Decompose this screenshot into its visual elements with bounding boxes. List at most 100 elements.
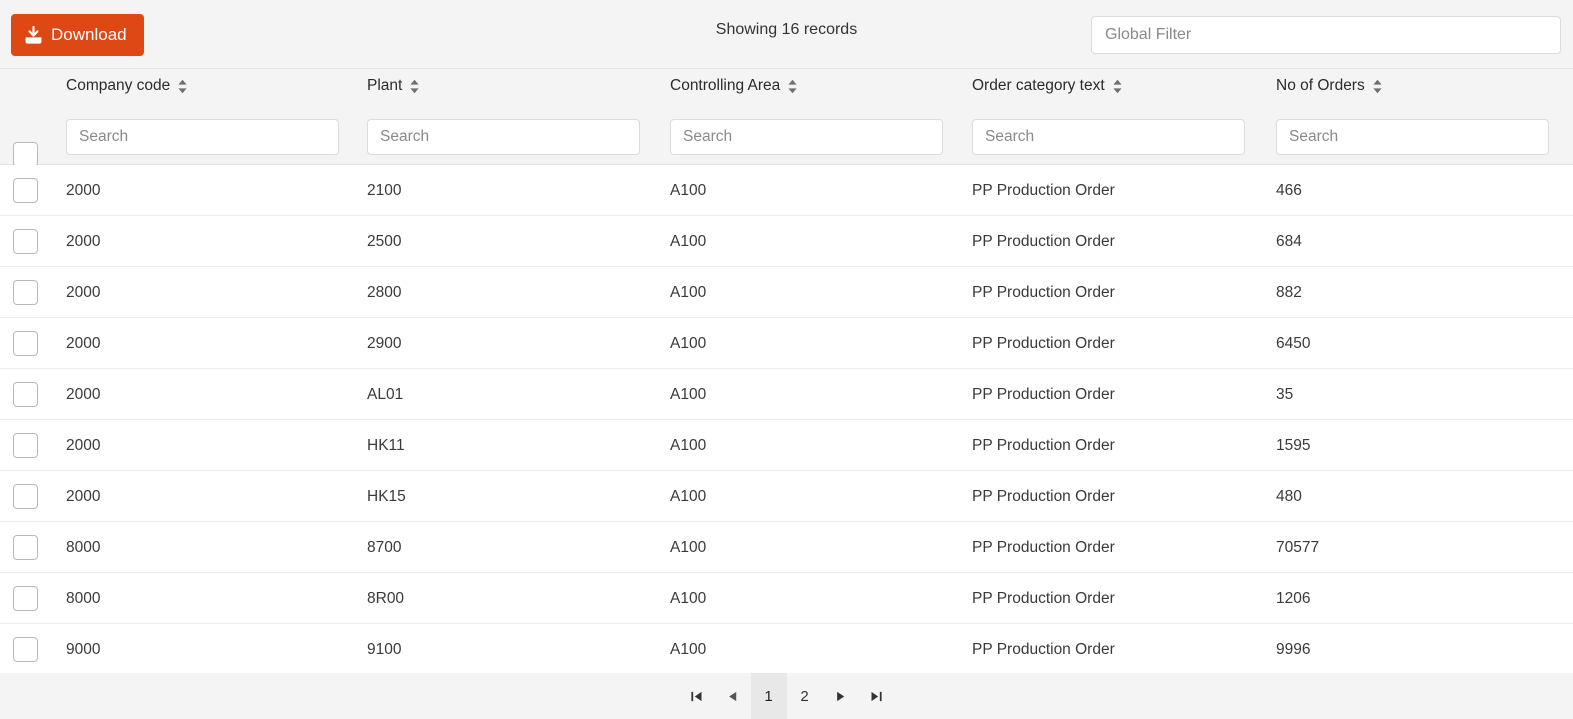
- cell-no-of-orders: 480: [1276, 487, 1302, 505]
- cell-controlling-area: A100: [670, 538, 707, 556]
- pagination: 1 2: [0, 673, 1573, 719]
- pagination-prev-button[interactable]: [715, 673, 751, 719]
- cell-plant: 2800: [367, 283, 402, 301]
- table-row[interactable]: 2000 2500 A100 PP Production Order 684: [0, 216, 1573, 267]
- row-select-checkbox[interactable]: [13, 178, 38, 203]
- column-header-controlling-area[interactable]: Controlling Area: [670, 77, 798, 95]
- cell-order-category-text: PP Production Order: [972, 334, 1115, 352]
- cell-no-of-orders: 1595: [1276, 436, 1311, 454]
- column-search-order-category-text[interactable]: [972, 119, 1245, 155]
- column-header-plant[interactable]: Plant: [367, 77, 420, 95]
- cell-no-of-orders: 70577: [1276, 538, 1320, 556]
- column-search-plant[interactable]: [367, 119, 640, 155]
- sort-updown-icon[interactable]: [1112, 79, 1123, 94]
- row-select-checkbox[interactable]: [13, 280, 38, 305]
- cell-company-code: 2000: [66, 181, 101, 199]
- row-select-checkbox[interactable]: [13, 229, 38, 254]
- sort-updown-icon[interactable]: [1372, 79, 1383, 94]
- cell-company-code: 2000: [66, 283, 101, 301]
- sort-updown-icon[interactable]: [787, 79, 798, 94]
- cell-no-of-orders: 9996: [1276, 640, 1311, 658]
- table-body: 2000 2100 A100 PP Production Order 466 2000 25…: [0, 165, 1573, 675]
- cell-company-code: 2000: [66, 232, 101, 250]
- cell-plant: 2500: [367, 232, 402, 250]
- row-select-checkbox[interactable]: [13, 637, 38, 662]
- row-select-checkbox[interactable]: [13, 382, 38, 407]
- cell-company-code: 2000: [66, 385, 101, 403]
- cell-no-of-orders: 684: [1276, 232, 1302, 250]
- row-select-checkbox[interactable]: [13, 535, 38, 560]
- cell-no-of-orders: 466: [1276, 181, 1302, 199]
- cell-no-of-orders: 35: [1276, 385, 1294, 403]
- cell-controlling-area: A100: [670, 589, 707, 607]
- column-header-company-code[interactable]: Company code: [66, 77, 188, 95]
- column-header-label: Order category text: [972, 77, 1105, 94]
- table-row[interactable]: 2000 2800 A100 PP Production Order 882: [0, 267, 1573, 318]
- row-select-checkbox[interactable]: [13, 331, 38, 356]
- last-page-icon: [870, 690, 883, 703]
- cell-order-category-text: PP Production Order: [972, 232, 1115, 250]
- cell-plant: 8700: [367, 538, 402, 556]
- pagination-page-2[interactable]: 2: [787, 673, 823, 719]
- cell-no-of-orders: 6450: [1276, 334, 1311, 352]
- select-all-checkbox[interactable]: [13, 142, 38, 167]
- row-select-checkbox[interactable]: [13, 484, 38, 509]
- column-header-label: Plant: [367, 77, 403, 94]
- column-header-label: Company code: [66, 77, 171, 94]
- cell-plant: 2900: [367, 334, 402, 352]
- cell-order-category-text: PP Production Order: [972, 283, 1115, 301]
- cell-plant: HK15: [367, 487, 406, 505]
- pagination-page-1[interactable]: 1: [750, 673, 787, 719]
- cell-controlling-area: A100: [670, 436, 707, 454]
- cell-order-category-text: PP Production Order: [972, 640, 1115, 658]
- cell-plant: 8R00: [367, 589, 405, 607]
- cell-company-code: 8000: [66, 538, 101, 556]
- cell-order-category-text: PP Production Order: [972, 538, 1115, 556]
- cell-order-category-text: PP Production Order: [972, 181, 1115, 199]
- cell-company-code: 2000: [66, 436, 101, 454]
- row-select-checkbox[interactable]: [13, 586, 38, 611]
- column-header-label: No of Orders: [1276, 77, 1365, 94]
- pagination-first-button[interactable]: [679, 673, 715, 719]
- cell-controlling-area: A100: [670, 487, 707, 505]
- download-button-label: Download: [51, 25, 127, 44]
- column-header-label: Controlling Area: [670, 77, 781, 94]
- table-toolbar: Download Showing 16 records: [0, 0, 1573, 69]
- next-page-icon: [834, 690, 847, 703]
- cell-controlling-area: A100: [670, 334, 707, 352]
- column-search-company-code[interactable]: [66, 119, 339, 155]
- table-row[interactable]: 2000 2900 A100 PP Production Order 6450: [0, 318, 1573, 369]
- table-row[interactable]: 9000 9100 A100 PP Production Order 9996: [0, 624, 1573, 675]
- row-select-checkbox[interactable]: [13, 433, 38, 458]
- pagination-last-button[interactable]: [859, 673, 895, 719]
- table-row[interactable]: 2000 AL01 A100 PP Production Order 35: [0, 369, 1573, 420]
- cell-order-category-text: PP Production Order: [972, 385, 1115, 403]
- global-filter-input[interactable]: [1091, 16, 1561, 54]
- download-button[interactable]: Download: [11, 14, 144, 56]
- column-search-controlling-area[interactable]: [670, 119, 943, 155]
- prev-page-icon: [726, 690, 739, 703]
- table-row[interactable]: 2000 HK11 A100 PP Production Order 1595: [0, 420, 1573, 471]
- column-header-order-category-text[interactable]: Order category text: [972, 77, 1123, 95]
- cell-controlling-area: A100: [670, 181, 707, 199]
- cell-controlling-area: A100: [670, 283, 707, 301]
- cell-no-of-orders: 882: [1276, 283, 1302, 301]
- table-row[interactable]: 8000 8700 A100 PP Production Order 70577: [0, 522, 1573, 573]
- table-row[interactable]: 8000 8R00 A100 PP Production Order 1206: [0, 573, 1573, 624]
- table-row[interactable]: 2000 HK15 A100 PP Production Order 480: [0, 471, 1573, 522]
- cell-plant: AL01: [367, 385, 404, 403]
- cell-plant: 9100: [367, 640, 402, 658]
- cell-company-code: 2000: [66, 487, 101, 505]
- column-header-no-of-orders[interactable]: No of Orders: [1276, 77, 1383, 95]
- column-search-no-of-orders[interactable]: [1276, 119, 1549, 155]
- cell-controlling-area: A100: [670, 640, 707, 658]
- table-header: Company code Plant Controlling Area Orde…: [0, 69, 1573, 167]
- table-row[interactable]: 2000 2100 A100 PP Production Order 466: [0, 165, 1573, 216]
- data-table-page: Download Showing 16 records Company code…: [0, 0, 1573, 719]
- cell-company-code: 9000: [66, 640, 101, 658]
- cell-company-code: 2000: [66, 334, 101, 352]
- sort-updown-icon[interactable]: [177, 79, 188, 94]
- cell-controlling-area: A100: [670, 232, 707, 250]
- pagination-next-button[interactable]: [823, 673, 859, 719]
- sort-updown-icon[interactable]: [409, 79, 420, 94]
